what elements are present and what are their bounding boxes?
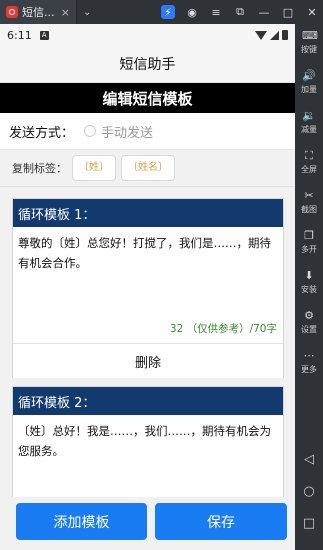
template-card-header: 循环模板 2： xyxy=(13,387,283,415)
template-text: 尊敬的〔姓〕总您好！打搅了，我们是……，期待有机会合作。 xyxy=(18,236,271,270)
side-item-label: 更多 xyxy=(301,365,317,374)
battery-icon xyxy=(282,30,288,40)
side-item-install[interactable]: ⬇ 安装 xyxy=(295,270,323,295)
app-title-bar: 短信助手 xyxy=(0,46,295,83)
multi-open-icon: ❐ xyxy=(304,229,314,242)
copy-tags-label: 复制标签： xyxy=(12,162,67,175)
emulator-tab[interactable]: 短信... × xyxy=(0,0,77,24)
emulator-tab-title: 短信... xyxy=(22,6,55,19)
restore-window-icon[interactable]: ⧉ xyxy=(233,5,247,19)
install-icon: ⬇ xyxy=(304,269,314,282)
side-item-volume-up[interactable]: 🔊 加量 xyxy=(295,70,323,95)
signal-icon xyxy=(270,30,279,40)
template-card-header: 循环模板 1： xyxy=(13,199,283,227)
wifi-icon xyxy=(255,30,267,40)
save-label: 保存 xyxy=(207,514,235,531)
phone-screen: 6:11 A 短信助手 编辑短信模板 发送方式： 手动发送 复制标签： 〔姓〕 … xyxy=(0,24,295,550)
side-item-keyboard[interactable]: ⌨ 按键 xyxy=(295,30,323,55)
template-text: 〔姓〕总好！我是……，我们……，期待有机会为您服务。 xyxy=(18,424,271,458)
side-item-label: 设置 xyxy=(301,325,317,334)
emulator-window-controls: ⚡ ◉ ≡ ⧉ — □ ✕ xyxy=(161,0,319,24)
copy-tags-row: 复制标签： 〔姓〕 〔姓名〕 xyxy=(0,150,295,187)
template-text-area[interactable]: 〔姓〕总好！我是……，我们……，期待有机会为您服务。 xyxy=(13,415,283,461)
scissors-icon: ✂ xyxy=(304,189,314,202)
save-button[interactable]: 保存 xyxy=(155,503,287,540)
account-icon[interactable]: ◉ xyxy=(185,5,199,19)
side-item-label: 多开 xyxy=(301,245,317,254)
add-template-label: 添加模板 xyxy=(53,514,110,531)
add-template-button[interactable]: 添加模板 xyxy=(16,503,147,540)
side-item-screenshot[interactable]: ✂ 截图 xyxy=(295,190,323,215)
volume-down-icon: 🔉 xyxy=(302,109,316,122)
side-item-fullscreen[interactable]: ⛶ 全屏 xyxy=(295,150,323,175)
chevron-down-icon[interactable]: ⌄ xyxy=(83,7,91,18)
template-title: 循环模板 1： xyxy=(18,207,96,223)
menu-icon[interactable]: ≡ xyxy=(209,5,223,19)
recents-nav-icon[interactable]: □ xyxy=(295,516,323,531)
side-item-label: 全屏 xyxy=(301,165,317,174)
side-item-more[interactable]: ⋯ 更多 xyxy=(295,350,323,375)
emulator-top-bar: 短信... × ⌄ ⚡ ◉ ≡ ⧉ — □ ✕ xyxy=(0,0,323,24)
delete-label: 删除 xyxy=(134,355,161,371)
app-title: 短信助手 xyxy=(119,57,176,73)
send-method-row: 发送方式： 手动发送 xyxy=(0,113,295,150)
manual-send-radio[interactable] xyxy=(84,125,97,137)
template-card-1: 循环模板 1： 尊敬的〔姓〕总您好！打搅了，我们是……，期待有机会合作。 32 … xyxy=(12,198,284,378)
close-icon[interactable]: × xyxy=(61,6,70,19)
emulator-side-toolbar: ⌨ 按键 🔊 加量 🔉 减量 ⛶ 全屏 ✂ 截图 ❐ 多开 ⬇ 安装 ⚙ 设置 … xyxy=(295,24,323,550)
side-item-label: 按键 xyxy=(301,45,317,54)
char-count: 32 （仅供参考）/70字 xyxy=(169,323,277,335)
settings-icon: ⚙ xyxy=(304,309,314,322)
notification-badge: A xyxy=(39,30,49,40)
close-window-icon[interactable]: ✕ xyxy=(305,5,319,19)
status-icons xyxy=(255,30,288,40)
status-bar: 6:11 A xyxy=(0,24,295,46)
page-title-banner: 编辑短信模板 xyxy=(0,83,295,113)
send-method-label: 发送方式： xyxy=(9,125,75,141)
fullscreen-icon: ⛶ xyxy=(305,149,313,162)
side-item-label: 减量 xyxy=(301,125,317,134)
page-title: 编辑短信模板 xyxy=(102,89,193,108)
template-text-area[interactable]: 尊敬的〔姓〕总您好！打搅了，我们是……，期待有机会合作。 xyxy=(13,227,283,273)
delete-template-button[interactable]: 删除 xyxy=(13,343,283,378)
maximize-icon[interactable]: □ xyxy=(281,5,295,19)
boost-icon[interactable]: ⚡ xyxy=(161,5,175,19)
side-item-volume-down[interactable]: 🔉 减量 xyxy=(295,110,323,135)
side-item-label: 加量 xyxy=(301,85,317,94)
tag-fullname-button[interactable]: 〔姓名〕 xyxy=(121,155,175,181)
side-item-multi-open[interactable]: ❐ 多开 xyxy=(295,230,323,255)
tag-surname-button[interactable]: 〔姓〕 xyxy=(72,155,116,181)
more-icon: ⋯ xyxy=(303,349,315,362)
minimize-icon[interactable]: — xyxy=(257,5,271,19)
back-nav-icon[interactable]: ◁ xyxy=(295,452,323,467)
template-title: 循环模板 2： xyxy=(18,395,96,411)
keyboard-icon: ⌨ xyxy=(302,29,318,42)
side-item-label: 安装 xyxy=(301,285,317,294)
home-nav-icon[interactable]: ○ xyxy=(295,484,323,499)
volume-up-icon: 🔊 xyxy=(302,69,316,82)
bottom-action-bar: 添加模板 保存 xyxy=(0,497,295,550)
app-icon xyxy=(6,6,18,18)
side-item-settings[interactable]: ⚙ 设置 xyxy=(295,310,323,335)
status-time: 6:11 xyxy=(7,28,32,42)
side-item-label: 截图 xyxy=(301,205,317,214)
manual-send-label[interactable]: 手动发送 xyxy=(101,122,153,141)
